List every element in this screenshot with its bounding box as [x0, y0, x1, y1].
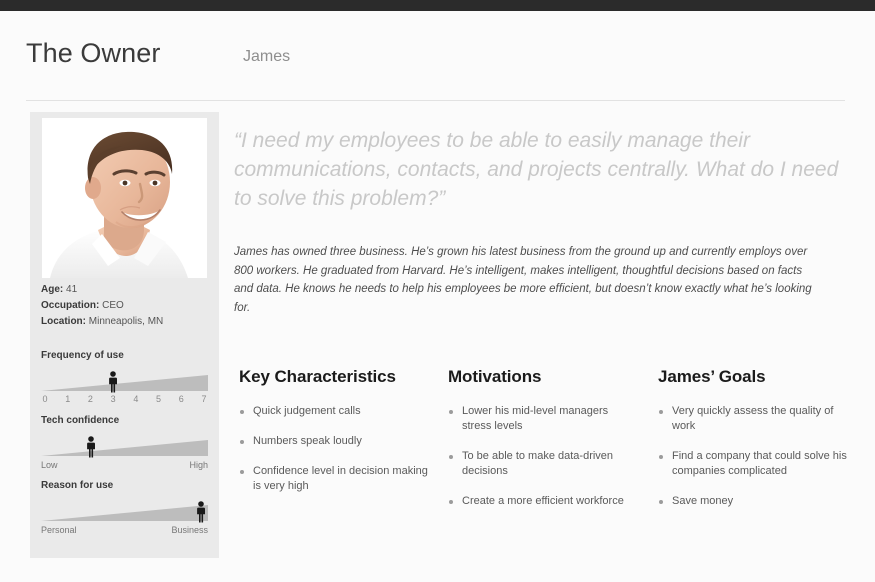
scale-tick: 5	[156, 394, 162, 404]
list-item: To be able to make data-driven decisions	[448, 449, 638, 479]
slider-right-label-reason: Business	[171, 525, 208, 535]
slider-endpoints-reason-for-use: Personal Business	[41, 523, 208, 537]
meta-label-occupation: Occupation:	[41, 300, 100, 311]
slider-frequency-of-use: Frequency of use 0 1 2 3 4 5 6 7	[41, 350, 213, 406]
wedge-graphic-tech-confidence	[41, 440, 208, 456]
header-divider	[26, 100, 845, 101]
slider-left-label-tech: Low	[41, 460, 58, 470]
list-item: Numbers speak loudly	[239, 434, 429, 449]
column-james-goals: James’ Goals Very quickly assess the qua…	[658, 366, 848, 524]
slider-track-reason-for-use[interactable]	[41, 501, 208, 523]
persona-meta: Age: 41 Occupation: CEO Location: Minnea…	[41, 282, 213, 330]
person-marker-icon-reason-for-use[interactable]	[196, 501, 207, 523]
scale-tick: 0	[42, 394, 48, 404]
column-title-james-goals: James’ Goals	[658, 367, 766, 386]
column-title-motivations: Motivations	[448, 367, 542, 386]
persona-bio: James has owned three business. He’s gro…	[234, 246, 812, 314]
persona-photo	[42, 118, 207, 278]
wedge-graphic-frequency	[41, 375, 208, 391]
slider-title-reason-for-use: Reason for use	[41, 480, 114, 491]
list-item: Create a more efficient workforce	[448, 494, 638, 509]
slider-track-frequency[interactable]	[41, 371, 208, 393]
person-marker-icon-tech-confidence[interactable]	[86, 436, 97, 458]
list-item: Confidence level in decision making is v…	[239, 464, 429, 494]
scale-tick: 3	[110, 394, 116, 404]
column-key-characteristics: Key Characteristics Quick judgement call…	[239, 366, 429, 509]
column-title-key-characteristics: Key Characteristics	[239, 367, 396, 386]
scale-tick: 6	[178, 394, 184, 404]
meta-value-occupation: CEO	[102, 300, 124, 311]
slider-tech-confidence: Tech confidence Low High	[41, 415, 213, 472]
slider-reason-for-use: Reason for use Personal Business	[41, 480, 213, 537]
meta-row-location: Location: Minneapolis, MN	[41, 314, 213, 330]
person-marker-icon-frequency[interactable]	[107, 371, 118, 393]
meta-value-location: Minneapolis, MN	[88, 316, 164, 327]
meta-row-occupation: Occupation: CEO	[41, 298, 213, 314]
profile-card: Age: 41 Occupation: CEO Location: Minnea…	[30, 112, 219, 558]
slider-scale-ticks-frequency: 0 1 2 3 4 5 6 7	[41, 392, 208, 406]
persona-name: James	[243, 48, 291, 65]
scale-tick: 1	[65, 394, 71, 404]
list-item: Save money	[658, 494, 848, 509]
top-bar	[0, 0, 875, 11]
scale-tick: 7	[201, 394, 207, 404]
persona-quote: “I need my employees to be able to easil…	[234, 129, 839, 210]
wedge-graphic-reason-for-use	[41, 505, 208, 521]
scale-tick: 2	[87, 394, 93, 404]
meta-label-age: Age:	[41, 284, 64, 295]
bullet-list-key-characteristics: Quick judgement calls Numbers speak loudl…	[239, 404, 429, 494]
slider-title-frequency: Frequency of use	[41, 350, 124, 361]
bullet-list-james-goals: Very quickly assess the quality of work F…	[658, 404, 848, 509]
bullet-list-motivations: Lower his mid-level managers stress leve…	[448, 404, 638, 509]
slider-right-label-tech: High	[189, 460, 208, 470]
meta-row-age: Age: 41	[41, 282, 213, 298]
meta-value-age: 41	[66, 284, 78, 295]
slider-track-tech-confidence[interactable]	[41, 436, 208, 458]
page-header: The Owner James	[0, 11, 875, 101]
list-item: Lower his mid-level managers stress leve…	[448, 404, 638, 434]
list-item: Very quickly assess the quality of work	[658, 404, 848, 434]
slider-endpoints-tech-confidence: Low High	[41, 458, 208, 472]
slider-title-tech-confidence: Tech confidence	[41, 415, 120, 426]
column-motivations: Motivations Lower his mid-level managers…	[448, 366, 638, 524]
meta-label-location: Location:	[41, 316, 86, 327]
page-title: The Owner	[26, 38, 161, 68]
slider-left-label-reason: Personal	[41, 525, 77, 535]
list-item: Find a company that could solve his comp…	[658, 449, 848, 479]
scale-tick: 4	[133, 394, 139, 404]
portrait-illustration	[42, 118, 207, 278]
list-item: Quick judgement calls	[239, 404, 429, 419]
